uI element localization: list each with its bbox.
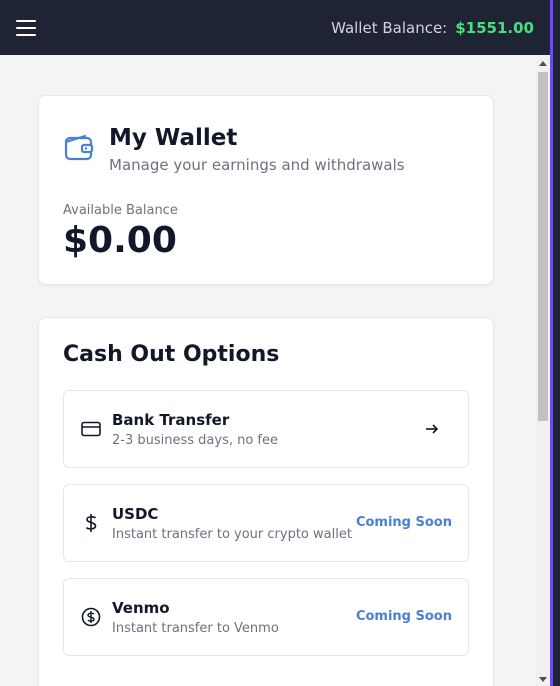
option-name: Venmo: [112, 599, 170, 617]
wallet-card: My Wallet Manage your earnings and withd…: [38, 95, 494, 285]
scroll-up-icon[interactable]: [539, 61, 547, 66]
cashout-title: Cash Out Options: [63, 342, 280, 367]
wallet-title: My Wallet: [109, 125, 238, 151]
option-name: USDC: [112, 505, 159, 523]
window-edge: [550, 0, 560, 686]
menu-icon[interactable]: [16, 19, 36, 36]
available-balance-label: Available Balance: [63, 203, 178, 218]
wallet-icon: [64, 134, 94, 161]
dollar-circle-icon: [80, 606, 102, 628]
option-usdc[interactable]: USDC Instant transfer to your crypto wal…: [63, 484, 469, 562]
top-bar: Wallet Balance: $1551.00: [0, 0, 550, 55]
available-balance-value: $0.00: [63, 220, 177, 261]
wallet-subtitle: Manage your earnings and withdrawals: [109, 156, 405, 174]
wallet-balance: Wallet Balance: $1551.00: [331, 19, 534, 37]
wallet-balance-amount: $1551.00: [455, 18, 534, 37]
option-desc: 2-3 business days, no fee: [112, 433, 279, 448]
wallet-balance-label: Wallet Balance:: [331, 18, 448, 37]
cashout-card: Cash Out Options Bank Transfer 2-3 busin…: [38, 317, 494, 686]
option-desc: Instant transfer to Venmo: [112, 621, 279, 636]
coming-soon-badge: Coming Soon: [355, 515, 452, 530]
option-venmo[interactable]: Venmo Instant transfer to Venmo Coming S…: [63, 578, 469, 656]
wallet-header: My Wallet Manage your earnings and withd…: [63, 124, 405, 174]
option-desc: Instant transfer to your crypto wallet: [112, 527, 352, 542]
main-content: My Wallet Manage your earnings and withd…: [0, 55, 536, 686]
dollar-icon: [80, 512, 102, 534]
option-bank-transfer[interactable]: Bank Transfer 2-3 business days, no fee: [63, 390, 469, 468]
scroll-down-icon[interactable]: [539, 677, 547, 682]
scrollbar-thumb[interactable]: [538, 72, 548, 421]
scrollbar[interactable]: [536, 55, 550, 686]
credit-card-icon: [80, 418, 102, 440]
arrow-right-icon: [426, 424, 439, 434]
coming-soon-badge: Coming Soon: [355, 609, 452, 624]
option-name: Bank Transfer: [112, 411, 230, 429]
